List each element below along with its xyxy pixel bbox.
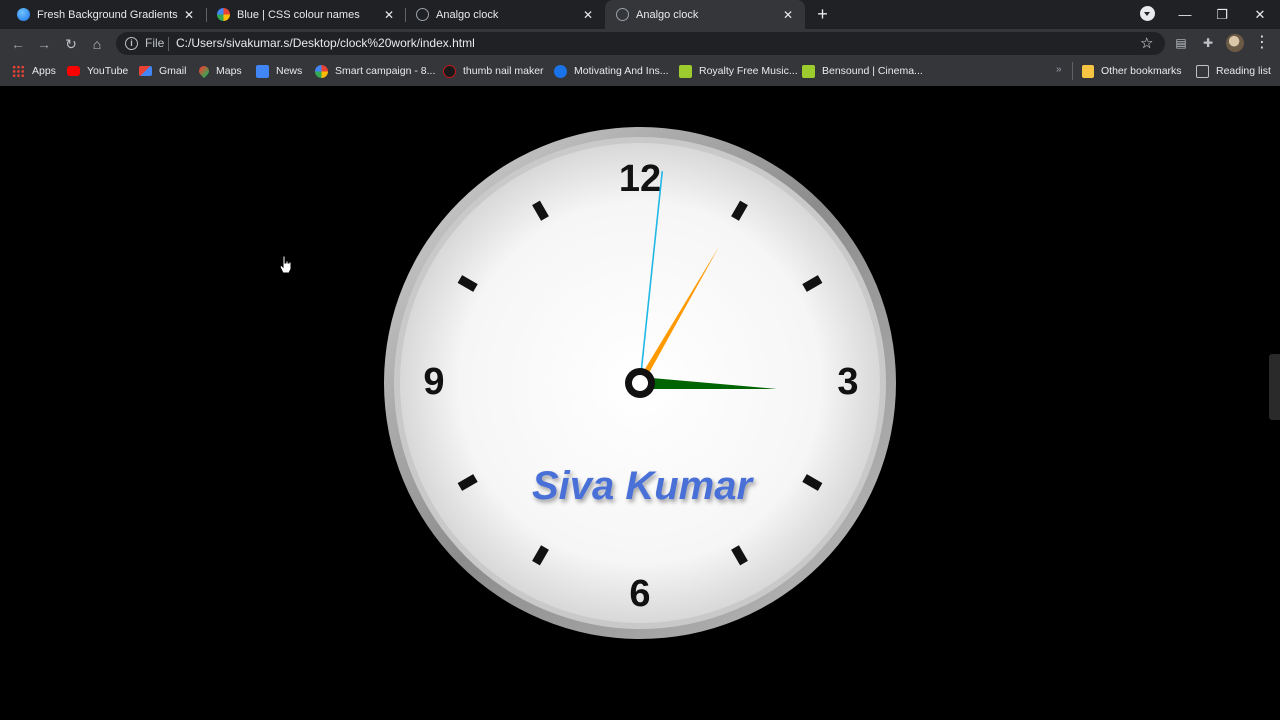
tab-title: Analgo clock xyxy=(636,8,699,21)
clock-owner-label: Siva Kumar xyxy=(532,464,755,508)
bensound-b-icon xyxy=(802,64,815,78)
maps-pin-icon xyxy=(196,63,212,79)
hand-pointer-cursor-icon xyxy=(279,255,292,274)
tab-fresh-gradients[interactable]: Fresh Background Gradients | We ✕ xyxy=(0,0,206,29)
tab-title: Blue | CSS colour names xyxy=(237,8,360,21)
media-icon[interactable]: ▤ xyxy=(1173,35,1189,51)
google-g-icon xyxy=(315,64,328,78)
bookmark-label: thumb nail maker xyxy=(463,65,544,77)
numeral-12: 12 xyxy=(619,158,661,200)
bookmark-label: Apps xyxy=(32,65,56,77)
bookmark-label: News xyxy=(276,65,303,77)
bookmark-youtube[interactable]: YouTube xyxy=(67,63,128,79)
tab-analgo-clock[interactable]: Analgo clock ✕ xyxy=(399,0,605,29)
bookmark-label: Other bookmarks xyxy=(1101,65,1182,77)
avatar[interactable] xyxy=(1226,34,1244,52)
thumbnail-maker-icon xyxy=(443,64,456,78)
url-divider xyxy=(168,37,169,51)
bookmark-label: Royalty Free Music... xyxy=(699,65,798,77)
bookmark-gmail[interactable]: Gmail xyxy=(139,63,186,79)
numeral-9: 9 xyxy=(423,361,444,403)
menu-kebab-icon[interactable]: ⋮ xyxy=(1254,34,1270,52)
bookmark-label: Reading list xyxy=(1216,65,1271,77)
folder-icon xyxy=(1082,64,1094,78)
info-circle-icon xyxy=(554,64,567,78)
tab-strip: Fresh Background Gradients | We ✕ Blue |… xyxy=(0,0,1280,29)
url-scheme-label: File xyxy=(145,36,165,50)
extensions-puzzle-icon[interactable]: ✚ xyxy=(1200,35,1216,51)
google-news-icon xyxy=(256,64,269,78)
numeral-3: 3 xyxy=(837,361,858,403)
tab-title: Fresh Background Gradients | We xyxy=(37,8,181,21)
tab-search-icon[interactable] xyxy=(1140,6,1155,21)
bookmark-label: Smart campaign - 8... xyxy=(335,65,436,77)
tab-analgo-clock-active[interactable]: Analgo clock ✕ xyxy=(605,0,805,29)
browser-chrome: Fresh Background Gradients | We ✕ Blue |… xyxy=(0,0,1280,86)
bookmark-motivating[interactable]: Motivating And Ins... xyxy=(554,63,669,79)
color-wheel-favicon-icon xyxy=(217,8,230,21)
close-icon[interactable]: ✕ xyxy=(780,7,796,23)
restore-button[interactable]: ❐ xyxy=(1203,0,1241,29)
scrollbar-handle[interactable] xyxy=(1269,354,1280,420)
tab-blue-css-colours[interactable]: Blue | CSS colour names ✕ xyxy=(200,0,406,29)
bookmark-star-icon[interactable]: ☆ xyxy=(1140,34,1153,52)
close-icon[interactable]: ✕ xyxy=(181,7,197,23)
bookmark-apps[interactable]: Apps xyxy=(12,63,56,79)
url-text[interactable]: C:/Users/sivakumar.s/Desktop/clock%20wor… xyxy=(176,36,475,50)
bookmark-divider xyxy=(1072,62,1073,80)
close-window-button[interactable]: ✕ xyxy=(1241,0,1279,29)
new-tab-button[interactable]: + xyxy=(813,5,832,24)
numeral-6: 6 xyxy=(629,573,650,615)
bookmark-label: YouTube xyxy=(87,65,129,77)
reading-list-button[interactable]: Reading list xyxy=(1196,63,1271,79)
minimize-button[interactable]: — xyxy=(1166,0,1204,29)
bookmark-news[interactable]: News xyxy=(256,63,302,79)
bookmark-label: Motivating And Ins... xyxy=(574,65,669,77)
apps-grid-icon xyxy=(12,64,25,78)
bookmark-royalty-free-music[interactable]: Royalty Free Music... xyxy=(679,63,798,79)
reading-list-icon xyxy=(1196,64,1209,78)
bensound-b-icon xyxy=(679,64,692,78)
bookmark-label: Gmail xyxy=(159,65,187,77)
page-content: 12 3 6 9 Siva Kumar xyxy=(0,86,1280,720)
other-bookmarks-folder[interactable]: Other bookmarks xyxy=(1082,63,1182,79)
center-cap xyxy=(632,375,648,391)
close-icon[interactable]: ✕ xyxy=(381,7,397,23)
bookmark-thumb-nail-maker[interactable]: thumb nail maker xyxy=(443,63,544,79)
reload-icon[interactable]: ↻ xyxy=(62,35,80,53)
bookmark-label: Bensound | Cinema... xyxy=(822,65,923,77)
tab-title: Analgo clock xyxy=(436,8,499,21)
bookmark-maps[interactable]: Maps xyxy=(196,63,242,79)
home-icon[interactable]: ⌂ xyxy=(88,35,106,53)
analog-clock: 12 3 6 9 Siva Kumar xyxy=(384,127,896,639)
globe-favicon-icon xyxy=(416,8,429,21)
gmail-icon xyxy=(139,66,152,76)
more-bookmarks-chevron-icon[interactable]: » xyxy=(1056,64,1062,75)
gradients-favicon-icon xyxy=(17,8,30,21)
info-icon[interactable]: i xyxy=(125,37,138,50)
bookmark-bensound[interactable]: Bensound | Cinema... xyxy=(802,63,923,79)
close-icon[interactable]: ✕ xyxy=(580,7,596,23)
globe-favicon-icon xyxy=(616,8,629,21)
bookmark-label: Maps xyxy=(216,65,242,77)
back-arrow-icon[interactable]: ← xyxy=(9,35,27,53)
bookmark-smart-campaign[interactable]: Smart campaign - 8... xyxy=(315,63,435,79)
forward-arrow-icon[interactable]: → xyxy=(35,35,53,53)
youtube-icon xyxy=(67,66,80,76)
